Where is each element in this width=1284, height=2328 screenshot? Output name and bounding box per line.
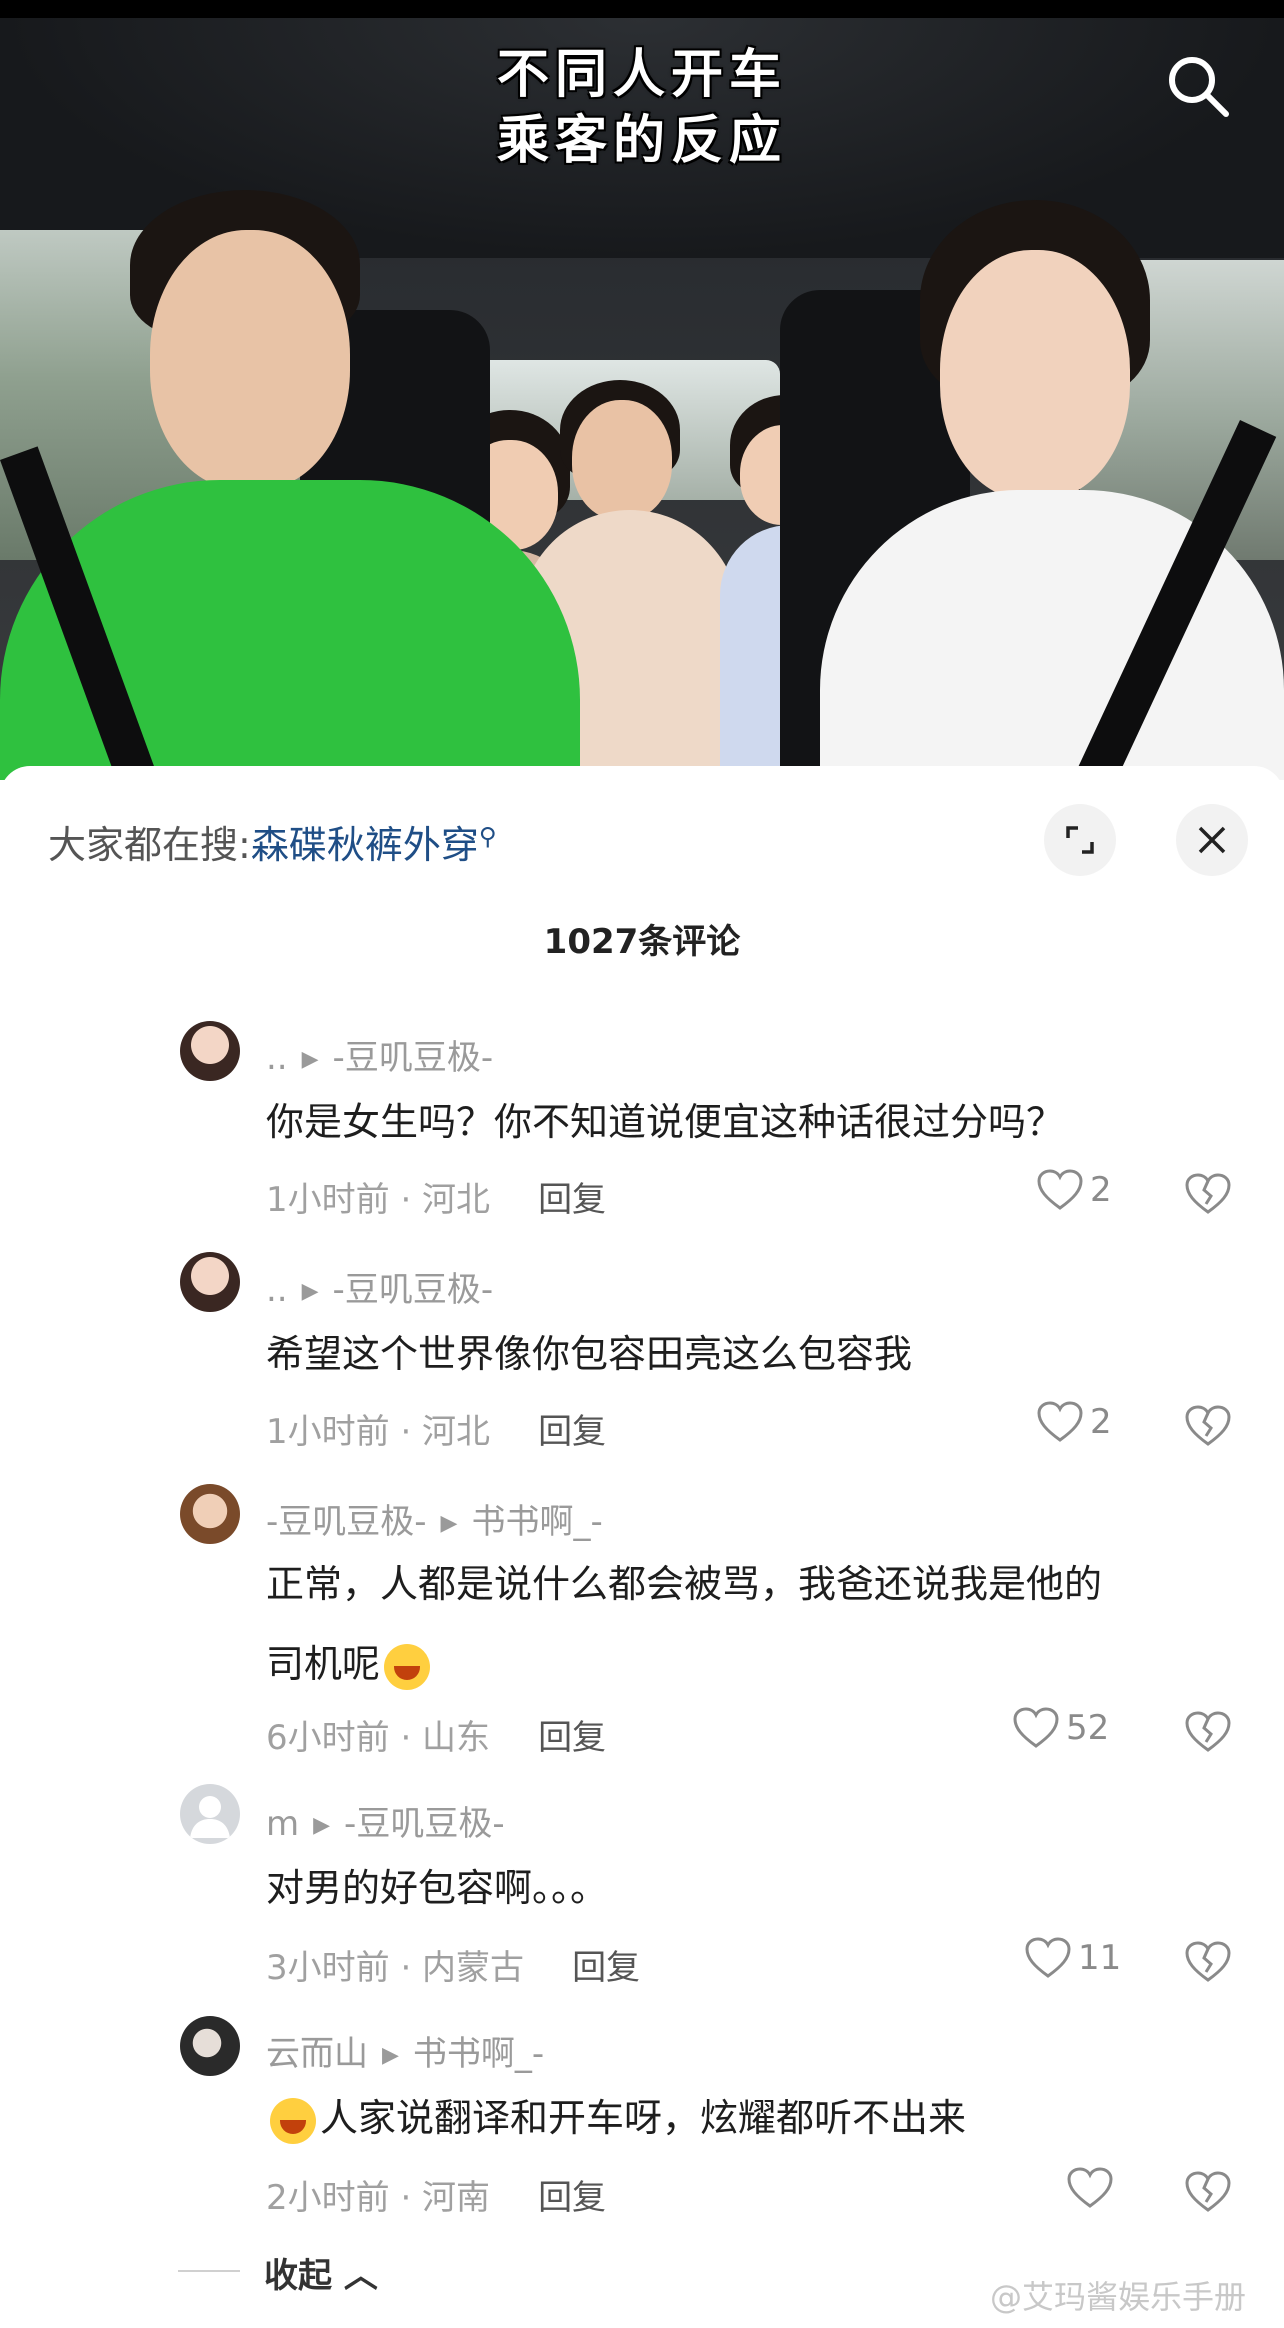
close-icon: [1198, 826, 1226, 854]
comment-meta: .. ▶ -豆叽豆极-: [266, 1262, 493, 1311]
comment-count: 1027条评论: [543, 922, 741, 962]
comment-text: 正常，人都是说什么都会被骂，我爸还说我是他的 司机呢: [266, 1544, 1246, 1704]
comment-text: 希望这个世界像你包容田亮这么包容我: [266, 1332, 913, 1376]
heart-icon: [1067, 2167, 1113, 2208]
like-button[interactable]: [1066, 2166, 1120, 2210]
comment-user[interactable]: ..: [266, 1270, 288, 1310]
avatar[interactable]: [180, 1021, 240, 1081]
reply-button[interactable]: 回复: [538, 1180, 606, 1220]
reply-arrow-icon: ▶: [382, 2043, 399, 2068]
dislike-icon[interactable]: [1184, 1708, 1232, 1756]
expand-icon: [1066, 826, 1094, 854]
like-button[interactable]: 52: [1012, 1706, 1109, 1750]
like-button[interactable]: 2: [1036, 1400, 1112, 1444]
reply-button[interactable]: 回复: [538, 2178, 606, 2218]
video-caption: 不同人开车 乘客的反应: [0, 42, 1284, 174]
caption-line-1: 不同人开车: [496, 45, 787, 105]
avatar[interactable]: [180, 1252, 240, 1312]
expand-button[interactable]: [1044, 804, 1116, 876]
reply-to-user[interactable]: 书书啊_-: [413, 2034, 544, 2074]
chevron-up-icon: ︿: [332, 2256, 378, 2296]
avatar[interactable]: [180, 2016, 240, 2076]
comment-text-line-2: 司机呢: [266, 1624, 1246, 1704]
reply-to-user[interactable]: -豆叽豆极-: [333, 1038, 494, 1078]
time-location: 1小时前 · 河北: [266, 1412, 491, 1452]
time-location: 6小时前 · 山东: [266, 1718, 491, 1758]
comment-meta: -豆叽豆极- ▶ 书书啊_-: [266, 1494, 603, 1543]
reply-to-user[interactable]: -豆叽豆极-: [333, 1270, 494, 1310]
laughing-tears-emoji-icon: [270, 2097, 316, 2144]
heart-icon: [1037, 1401, 1083, 1442]
dislike-icon[interactable]: [1184, 2168, 1232, 2216]
status-strip: [0, 0, 1284, 18]
heart-icon: [1037, 1169, 1083, 1210]
time-location: 3小时前 · 内蒙古: [266, 1948, 525, 1988]
like-count: 11: [1078, 1938, 1122, 1978]
dislike-icon[interactable]: [1184, 1170, 1232, 1218]
reply-arrow-icon: ▶: [313, 1813, 331, 1838]
reply-button[interactable]: 回复: [572, 1948, 640, 1988]
reply-button[interactable]: 回复: [538, 1718, 606, 1758]
hot-search-keyword[interactable]: 森碟秋裤外穿: [251, 823, 479, 867]
dislike-icon[interactable]: [1184, 1402, 1232, 1450]
watermark: @艾玛酱娱乐手册: [990, 2278, 1247, 2316]
comment-user[interactable]: m: [266, 1804, 299, 1844]
heart-icon: [1013, 1707, 1059, 1748]
search-icon[interactable]: [1164, 52, 1232, 120]
avatar[interactable]: [180, 1784, 240, 1844]
time-location: 2小时前 · 河南: [266, 2178, 491, 2218]
comment-info: 6小时前 · 山东 回复: [266, 1710, 606, 1759]
dislike-icon[interactable]: [1184, 1938, 1232, 1986]
comment-text: 对男的好包容啊。。。: [266, 1866, 609, 1910]
collapse-replies-button[interactable]: 收起 ︿: [264, 2248, 378, 2297]
reply-button[interactable]: 回复: [538, 1412, 606, 1452]
reply-to-user[interactable]: 书书啊_-: [471, 1502, 602, 1542]
reply-to-user[interactable]: -豆叽豆极-: [344, 1804, 505, 1844]
reply-arrow-icon: ▶: [301, 1279, 319, 1304]
like-button[interactable]: 11: [1024, 1936, 1121, 1980]
reply-arrow-icon: ▶: [301, 1047, 319, 1072]
comment-text-line: 司机呢: [266, 1642, 381, 1686]
time-location: 1小时前 · 河北: [266, 1180, 491, 1220]
comment-info: 2小时前 · 河南 回复: [266, 2170, 606, 2219]
comment-text-body: 人家说翻译和开车呀，炫耀都听不出来: [320, 2096, 967, 2140]
search-small-icon: ⚲: [478, 822, 497, 851]
comment-user[interactable]: -豆叽豆极-: [266, 1502, 427, 1542]
video-player[interactable]: 不同人开车 乘客的反应: [0, 0, 1284, 780]
like-count: 2: [1090, 1170, 1112, 1210]
default-avatar-icon: [190, 1796, 230, 1838]
like-count: 52: [1066, 1708, 1110, 1748]
comment-user[interactable]: ..: [266, 1038, 288, 1078]
avatar[interactable]: [180, 1484, 240, 1544]
comment-meta: 云而山 ▶ 书书啊_-: [266, 2026, 544, 2075]
collapse-divider: [178, 2270, 240, 2272]
hot-search-prefix: 大家都在搜:: [48, 823, 251, 867]
like-button[interactable]: 2: [1036, 1168, 1112, 1212]
comment-user[interactable]: 云而山: [266, 2034, 368, 2074]
comment-info: 1小时前 · 河北 回复: [266, 1172, 606, 1221]
crying-laughing-emoji-icon: [384, 1643, 431, 1690]
caption-line-2: 乘客的反应: [496, 111, 787, 171]
reply-arrow-icon: ▶: [440, 1511, 458, 1536]
comment-meta: .. ▶ -豆叽豆极-: [266, 1030, 493, 1079]
comment-text-line: 正常，人都是说什么都会被骂，我爸还说我是他的: [266, 1562, 1103, 1606]
comment-info: 3小时前 · 内蒙古 回复: [266, 1940, 640, 1989]
collapse-label: 收起: [264, 2256, 332, 2296]
close-button[interactable]: [1176, 804, 1248, 876]
comment-info: 1小时前 · 河北 回复: [266, 1404, 606, 1453]
heart-icon: [1025, 1937, 1071, 1978]
comment-text: 人家说翻译和开车呀，炫耀都听不出来: [266, 2078, 1246, 2158]
like-count: 2: [1090, 1402, 1112, 1442]
comment-meta: m ▶ -豆叽豆极-: [266, 1796, 505, 1845]
hot-search-bar[interactable]: 大家都在搜:森碟秋裤外穿⚲: [48, 814, 496, 869]
comment-text: 你是女生吗？你不知道说便宜这种话很过分吗？: [266, 1100, 1065, 1144]
